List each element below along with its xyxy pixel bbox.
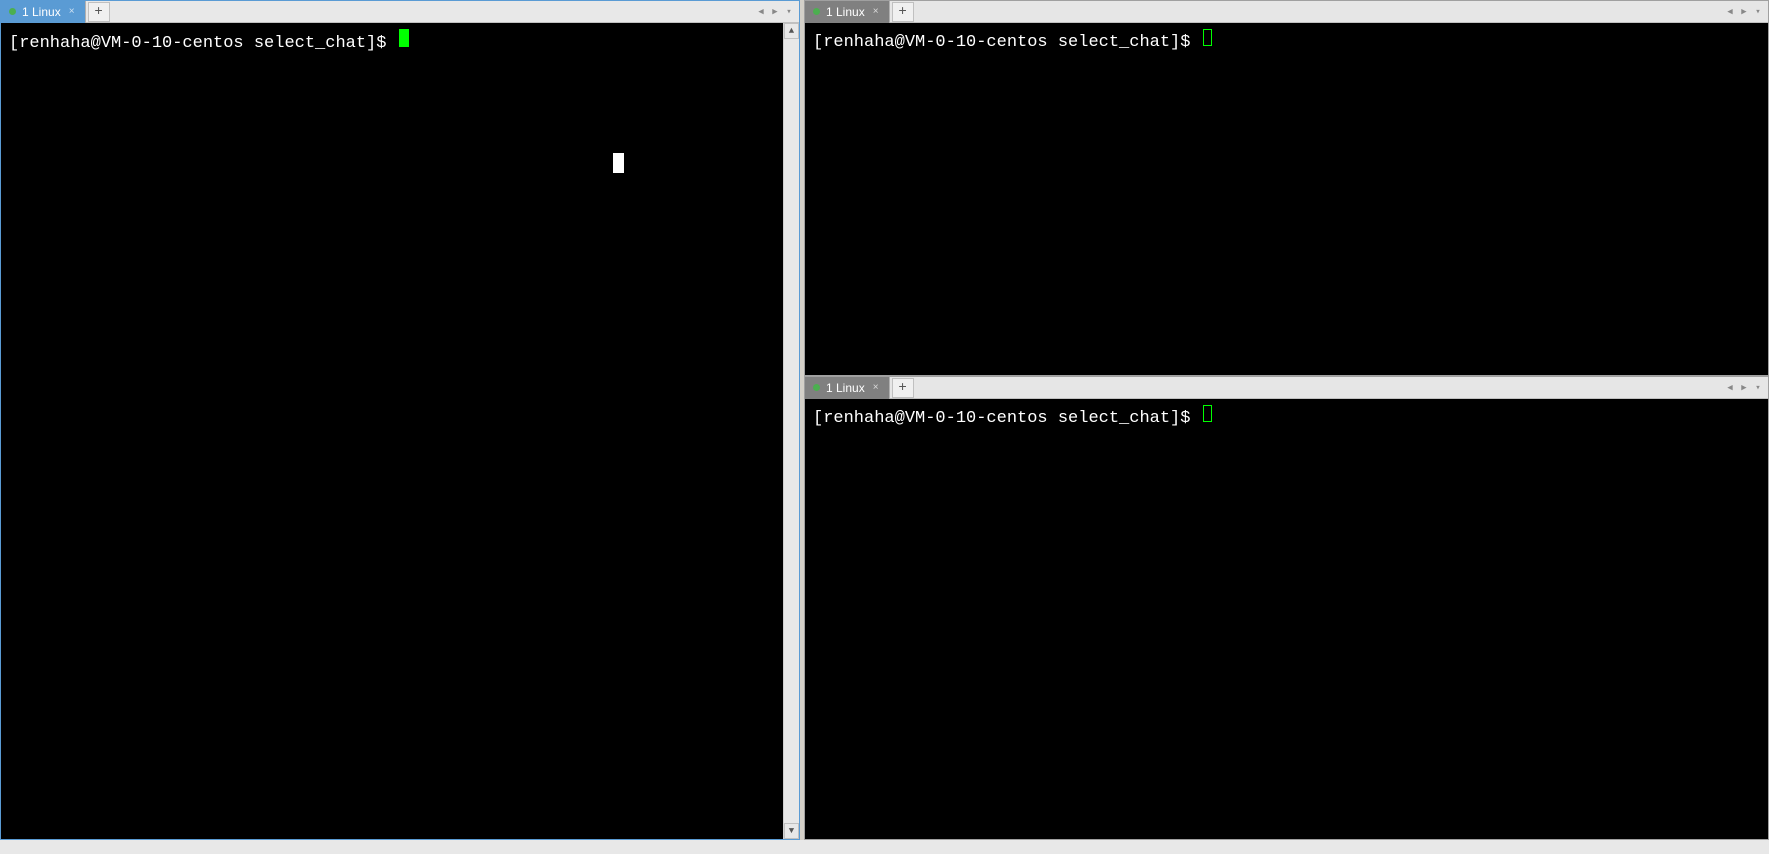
terminal-pane-right-top: 1 Linux × + ◀ ▶ ▾ [renhaha@VM-0-10-cento… [804, 0, 1769, 376]
close-icon[interactable]: × [873, 382, 879, 393]
tab-next-icon[interactable]: ▶ [1738, 381, 1750, 395]
tab-dropdown-icon[interactable]: ▾ [1752, 381, 1764, 395]
prompt-line: [renhaha@VM-0-10-centos select_chat]$ [813, 405, 1760, 430]
tab-linux-right-bottom[interactable]: 1 Linux × [805, 377, 890, 399]
scrollbar-left[interactable]: ▲ ▼ [783, 23, 799, 839]
tab-dropdown-icon[interactable]: ▾ [1752, 5, 1764, 19]
terminal-pane-right-bottom: 1 Linux × + ◀ ▶ ▾ [renhaha@VM-0-10-cento… [804, 376, 1769, 840]
tab-bar-left: 1 Linux × + ◀ ▶ ▾ [1, 1, 799, 23]
text-cursor-icon [613, 153, 624, 173]
add-tab-button[interactable]: + [892, 2, 914, 22]
tab-label: 1 Linux [826, 381, 865, 395]
prompt-line: [renhaha@VM-0-10-centos select_chat]$ [9, 29, 775, 55]
prompt-text: [renhaha@VM-0-10-centos select_chat]$ [813, 408, 1201, 430]
terminal-wrap-left: [renhaha@VM-0-10-centos select_chat]$ ▲ … [1, 23, 799, 839]
terminal-right-top[interactable]: [renhaha@VM-0-10-centos select_chat]$ [805, 23, 1768, 375]
main-split-area: 1 Linux × + ◀ ▶ ▾ [renhaha@VM-0-10-cento… [0, 0, 1769, 840]
tab-prev-icon[interactable]: ◀ [1724, 381, 1736, 395]
prompt-line: [renhaha@VM-0-10-centos select_chat]$ [813, 29, 1760, 54]
tab-nav-left: ◀ ▶ ▾ [755, 5, 799, 19]
close-icon[interactable]: × [69, 6, 75, 17]
tab-linux-left[interactable]: 1 Linux × [1, 1, 86, 23]
cursor-icon [1203, 29, 1212, 46]
tab-nav-right-bottom: ◀ ▶ ▾ [1724, 381, 1768, 395]
terminal-left[interactable]: [renhaha@VM-0-10-centos select_chat]$ [1, 23, 783, 839]
status-bar [0, 840, 1769, 854]
tab-bar-right-bottom: 1 Linux × + ◀ ▶ ▾ [805, 377, 1768, 399]
prompt-text: [renhaha@VM-0-10-centos select_chat]$ [813, 32, 1201, 54]
add-tab-button[interactable]: + [88, 2, 110, 22]
close-icon[interactable]: × [873, 6, 879, 17]
status-dot-icon [813, 384, 820, 391]
tab-prev-icon[interactable]: ◀ [755, 5, 767, 19]
scroll-track[interactable] [784, 39, 799, 823]
tab-next-icon[interactable]: ▶ [1738, 5, 1750, 19]
tab-linux-right-top[interactable]: 1 Linux × [805, 1, 890, 23]
cursor-icon [1203, 405, 1212, 422]
tab-nav-right-top: ◀ ▶ ▾ [1724, 5, 1768, 19]
scroll-down-icon[interactable]: ▼ [784, 823, 799, 839]
terminal-pane-left: 1 Linux × + ◀ ▶ ▾ [renhaha@VM-0-10-cento… [0, 0, 800, 840]
tab-bar-right-top: 1 Linux × + ◀ ▶ ▾ [805, 1, 1768, 23]
tab-label: 1 Linux [22, 5, 61, 19]
tab-dropdown-icon[interactable]: ▾ [783, 5, 795, 19]
scroll-up-icon[interactable]: ▲ [784, 23, 799, 39]
status-dot-icon [9, 8, 16, 15]
cursor-icon [399, 29, 409, 47]
tab-prev-icon[interactable]: ◀ [1724, 5, 1736, 19]
status-dot-icon [813, 8, 820, 15]
prompt-text: [renhaha@VM-0-10-centos select_chat]$ [9, 33, 397, 55]
tab-label: 1 Linux [826, 5, 865, 19]
right-column: 1 Linux × + ◀ ▶ ▾ [renhaha@VM-0-10-cento… [804, 0, 1769, 840]
tab-next-icon[interactable]: ▶ [769, 5, 781, 19]
terminal-right-bottom[interactable]: [renhaha@VM-0-10-centos select_chat]$ [805, 399, 1768, 839]
add-tab-button[interactable]: + [892, 378, 914, 398]
